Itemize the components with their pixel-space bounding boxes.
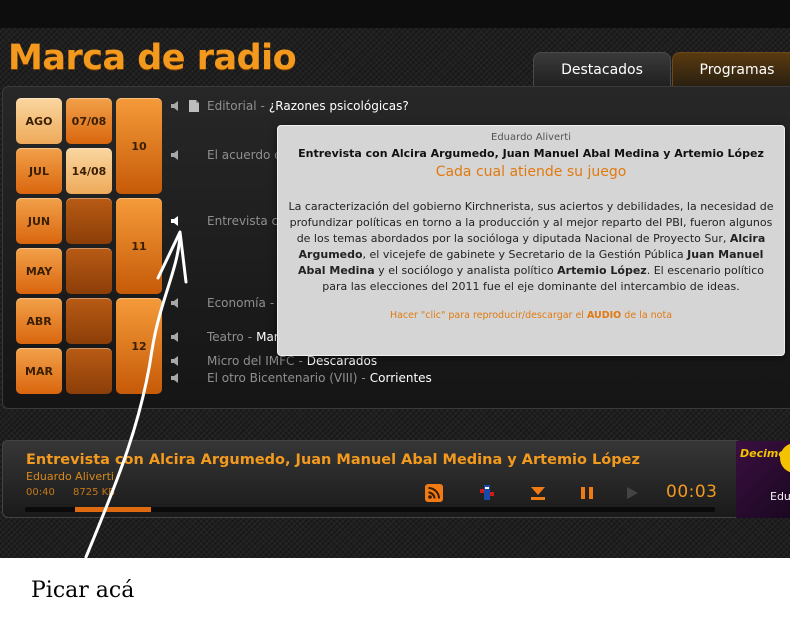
audio-player: Entrevista con Alcira Argumedo, Juan Man… bbox=[2, 440, 742, 518]
speaker-icon[interactable] bbox=[170, 148, 184, 162]
player-title: Entrevista con Alcira Argumedo, Juan Man… bbox=[26, 452, 640, 468]
program-item-link[interactable]: Corrientes bbox=[370, 371, 432, 385]
ad-logo: Decime bbox=[740, 447, 786, 460]
audio-download-link[interactable]: Hacer "clic" para reproducir/descargar e… bbox=[288, 310, 774, 321]
program-row-entrevista[interactable]: Entrevista co bbox=[170, 212, 285, 230]
ad-banner[interactable]: Decime Edu bbox=[736, 441, 790, 518]
month-ago[interactable]: AGO bbox=[16, 98, 62, 144]
description-text: , el vicejefe de gabinete y Secretario d… bbox=[362, 248, 688, 261]
speaker-icon[interactable] bbox=[170, 354, 184, 368]
program-title: Micro del IMFC bbox=[207, 354, 295, 368]
pause-button[interactable] bbox=[577, 483, 597, 503]
program-row-editorial[interactable]: Editorial - ¿Razones psicológicas? bbox=[170, 97, 409, 115]
date-1408[interactable]: 14/08 bbox=[66, 148, 112, 194]
cta-audio: AUDIO bbox=[586, 310, 622, 321]
program-separator: - bbox=[361, 371, 366, 385]
podcast-button[interactable] bbox=[477, 483, 497, 503]
program-separator: - bbox=[247, 330, 253, 344]
play-icon bbox=[627, 487, 638, 499]
cta-text: Hacer "clic" para reproducir/descargar e… bbox=[389, 310, 587, 321]
top-bar bbox=[0, 0, 790, 28]
player-elapsed: 00:03 bbox=[666, 482, 718, 502]
progress-bar[interactable] bbox=[25, 507, 715, 512]
program-title: Editorial bbox=[207, 99, 257, 113]
rss-button[interactable] bbox=[424, 483, 444, 503]
date-empty bbox=[66, 248, 112, 294]
tooltip-title: Cada cual atiende su juego bbox=[435, 164, 627, 180]
program-separator: - bbox=[298, 354, 303, 368]
rss-icon bbox=[425, 484, 443, 502]
speaker-icon[interactable] bbox=[170, 296, 184, 310]
tab-programas[interactable]: Programas bbox=[672, 52, 790, 86]
program-tooltip[interactable]: Eduardo Aliverti Entrevista con Alcira A… bbox=[277, 125, 785, 356]
program-item-link[interactable]: ¿Razones psicológicas? bbox=[269, 99, 409, 113]
play-button[interactable] bbox=[622, 483, 642, 503]
speaker-icon[interactable] bbox=[170, 371, 184, 385]
speaker-icon[interactable] bbox=[170, 330, 184, 344]
program-separator: - bbox=[269, 296, 275, 310]
program-separator: - bbox=[260, 99, 265, 113]
tab-destacados[interactable]: Destacados bbox=[533, 52, 671, 86]
brand-title: Marca de radio bbox=[8, 38, 297, 78]
program-title: Entrevista co bbox=[207, 214, 286, 228]
program-item-link[interactable]: Descarados bbox=[307, 354, 377, 368]
person-name: Artemio López bbox=[557, 264, 647, 277]
program-row-bicentenario[interactable]: El otro Bicentenario (VIII) - Corrientes bbox=[170, 369, 432, 387]
cta-text: de la nota bbox=[621, 310, 673, 321]
month-mar[interactable]: MAR bbox=[16, 348, 62, 394]
program-title: El acuerdo e bbox=[207, 148, 282, 162]
tooltip-author: Eduardo Aliverti bbox=[491, 132, 571, 143]
date-0708[interactable]: 07/08 bbox=[66, 98, 112, 144]
player-file-size: 8725 KB bbox=[73, 487, 116, 498]
speaker-icon[interactable] bbox=[170, 214, 184, 228]
download-button[interactable] bbox=[528, 483, 548, 503]
document-icon[interactable] bbox=[188, 99, 200, 113]
download-icon bbox=[531, 487, 545, 500]
day-12[interactable]: 12 bbox=[116, 298, 162, 394]
description-text: y el sociólogo y analista político bbox=[374, 264, 558, 277]
player-author: Eduardo Aliverti bbox=[26, 470, 114, 483]
player-position: 00:40 bbox=[26, 487, 55, 498]
program-row-economia[interactable]: Economía - bbox=[170, 294, 278, 312]
program-title: El otro Bicentenario (VIII) bbox=[207, 371, 358, 385]
day-10[interactable]: 10 bbox=[116, 98, 162, 194]
ad-text: Edu bbox=[770, 490, 790, 503]
tooltip-headline: Entrevista con Alcira Argumedo, Juan Man… bbox=[298, 147, 764, 160]
month-jul[interactable]: JUL bbox=[16, 148, 62, 194]
radio-app: Marca de radio Destacados Programas AGO … bbox=[0, 0, 790, 558]
program-title: Economía bbox=[207, 296, 266, 310]
progress-fill bbox=[75, 507, 151, 512]
day-11[interactable]: 11 bbox=[116, 198, 162, 294]
tooltip-description: La caracterización del gobierno Kirchner… bbox=[288, 199, 774, 295]
description-text: La caracterización del gobierno Kirchner… bbox=[288, 200, 774, 245]
month-jun[interactable]: JUN bbox=[16, 198, 62, 244]
program-row-acuerdo[interactable]: El acuerdo e bbox=[170, 146, 282, 164]
program-title: Teatro bbox=[207, 330, 244, 344]
date-empty bbox=[66, 298, 112, 344]
month-may[interactable]: MAY bbox=[16, 248, 62, 294]
month-abr[interactable]: ABR bbox=[16, 298, 62, 344]
pause-icon bbox=[581, 487, 593, 499]
speaker-icon[interactable] bbox=[170, 99, 184, 113]
annotation-caption: Picar acá bbox=[31, 578, 135, 603]
date-empty bbox=[66, 348, 112, 394]
date-empty bbox=[66, 198, 112, 244]
podcast-icon bbox=[480, 485, 494, 500]
